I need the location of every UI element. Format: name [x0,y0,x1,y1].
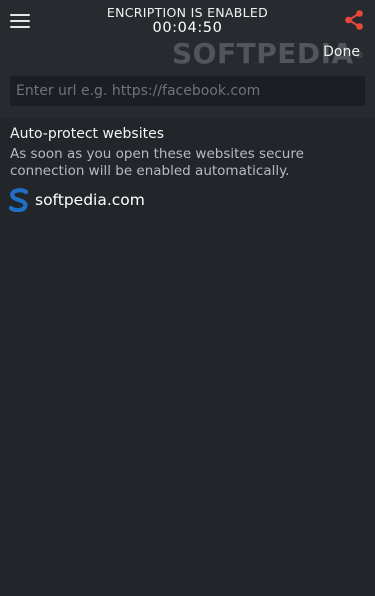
softpedia-logo-icon [8,188,30,213]
session-timer: 00:04:50 [152,20,223,36]
done-button[interactable]: Done [323,44,360,60]
encryption-status: ENCRIPTION IS ENABLED 00:04:50 [0,5,375,37]
url-input[interactable] [10,76,365,106]
protected-site-label: softpedia.com [35,191,145,209]
encryption-status-text: ENCRIPTION IS ENABLED [106,5,269,20]
protected-site-item[interactable]: softpedia.com [8,188,258,213]
share-icon[interactable] [343,9,365,31]
auto-protect-description: As soon as you open these websites secur… [10,146,304,179]
auto-protect-title: Auto-protect websites [10,126,164,142]
